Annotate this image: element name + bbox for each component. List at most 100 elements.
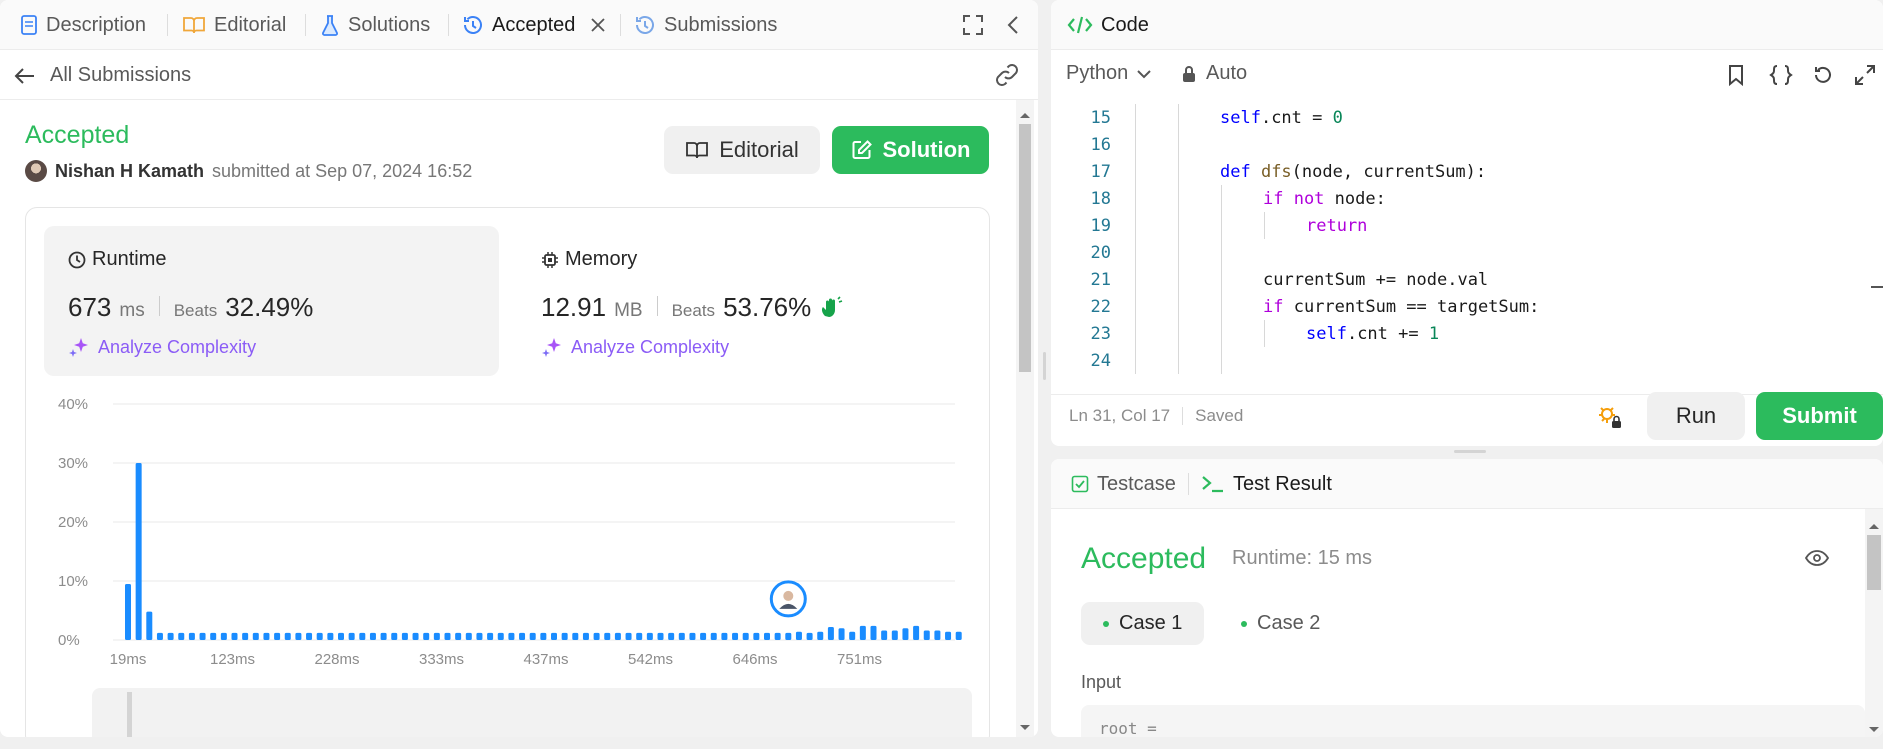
collapse-panel-icon[interactable]	[1006, 14, 1020, 41]
case-1-tab[interactable]: Case 1	[1081, 602, 1205, 645]
chart-bar	[753, 632, 760, 640]
tab-testcase-label: Testcase	[1097, 472, 1176, 495]
auto-mode-toggle[interactable]: Auto	[1182, 62, 1247, 85]
code-line-19: return	[1306, 216, 1367, 236]
result-runtime: Runtime: 15 ms	[1232, 547, 1373, 569]
tab-testcase[interactable]: Testcase	[1071, 459, 1176, 509]
x-tick-label: 333ms	[419, 651, 464, 668]
solution-button[interactable]: Solution	[832, 126, 989, 174]
tab-submissions[interactable]: Submissions	[634, 0, 777, 50]
vertical-splitter[interactable]	[1043, 352, 1046, 380]
chart-bar	[870, 625, 877, 640]
line-number: 19	[1090, 216, 1111, 236]
code-panel: Code Python Auto Ln 31, Col 17 Saved Run…	[1051, 0, 1883, 446]
chart-bar	[689, 632, 696, 640]
line-number: 23	[1090, 324, 1111, 344]
arrow-left-icon	[14, 67, 36, 85]
scroll-up-icon[interactable]	[1019, 106, 1031, 124]
scroll-up-icon[interactable]	[1868, 517, 1880, 535]
editorial-button[interactable]: Editorial	[664, 126, 820, 174]
case-label: Case 1	[1119, 612, 1183, 634]
debug-lock-icon[interactable]	[1597, 404, 1623, 435]
code-token: 0	[1332, 108, 1343, 128]
memory-title: Memory	[541, 248, 637, 271]
eye-icon[interactable]	[1804, 549, 1830, 572]
chart-bar	[572, 632, 579, 640]
runtime-beats-label: Beats	[173, 301, 218, 320]
chart-bar	[710, 632, 717, 640]
format-braces-icon[interactable]	[1769, 64, 1793, 91]
chart-bar	[338, 632, 344, 640]
line-number: 18	[1090, 189, 1111, 209]
range-handle[interactable]	[127, 692, 132, 737]
result-scrollbar-thumb[interactable]	[1867, 535, 1881, 590]
chart-bar	[412, 632, 419, 640]
chart-bar	[785, 632, 792, 640]
chart-bar	[242, 632, 249, 640]
case-2-tab[interactable]: Case 2	[1219, 602, 1342, 645]
chart-bar	[199, 632, 206, 640]
chart-bar	[923, 630, 930, 640]
chart-bar	[838, 628, 845, 640]
tab-divider	[620, 14, 621, 36]
result-tab-bar: Testcase Test Result	[1051, 459, 1883, 509]
cursor-position: Ln 31, Col 17	[1069, 406, 1171, 425]
avatar[interactable]	[25, 160, 47, 182]
chart-bar	[806, 632, 813, 640]
chart-bar	[380, 632, 387, 640]
test-result-panel: Testcase Test Result Accepted Runtime: 1…	[1051, 459, 1883, 737]
reset-icon[interactable]	[1812, 64, 1834, 91]
bookmark-icon[interactable]	[1727, 64, 1745, 91]
scrollbar-thumb[interactable]	[1019, 124, 1031, 372]
chart-bar	[700, 632, 707, 640]
code-line-23: self.cnt += 1	[1306, 324, 1439, 344]
submit-label: Submit	[1782, 403, 1857, 428]
editorial-button-label: Editorial	[719, 137, 799, 162]
chart-bar	[252, 632, 259, 640]
code-token: .cnt =	[1260, 108, 1333, 128]
back-to-submissions[interactable]: All Submissions	[14, 64, 191, 87]
chart-bar	[795, 631, 802, 640]
x-tick-label: 228ms	[314, 651, 359, 668]
link-icon[interactable]	[994, 63, 1020, 92]
submitter-name[interactable]: Nishan H Kamath	[55, 161, 204, 182]
language-select[interactable]: Python	[1066, 62, 1152, 85]
chart-bar	[135, 463, 142, 640]
pass-dot	[1103, 620, 1109, 627]
chart-bar	[657, 632, 664, 640]
scroll-down-icon[interactable]	[1868, 721, 1880, 737]
tab-editorial[interactable]: Editorial	[182, 0, 286, 50]
chart-bar	[508, 632, 515, 640]
chart-bar	[945, 631, 952, 640]
tab-solutions[interactable]: Solutions	[320, 0, 430, 50]
tab-description[interactable]: Description	[20, 0, 146, 50]
run-button[interactable]: Run	[1647, 392, 1745, 440]
code-tab[interactable]: Code	[1067, 0, 1149, 50]
y-tick-label: 30%	[58, 455, 88, 472]
chip-icon	[541, 251, 559, 269]
code-token: (node, currentSum):	[1291, 162, 1487, 182]
chart-bar	[764, 632, 770, 640]
x-tick-label: 646ms	[732, 651, 777, 668]
scroll-down-icon[interactable]	[1019, 719, 1031, 737]
submission-panel: Description Editorial Solutions Accepted	[0, 0, 1038, 737]
code-token: node:	[1334, 189, 1386, 209]
chart-bar	[306, 632, 313, 640]
expand-icon[interactable]	[1854, 64, 1876, 91]
maximize-icon[interactable]	[962, 14, 984, 41]
memory-analyze-complexity[interactable]: Analyze Complexity	[541, 336, 729, 358]
chart-bar	[540, 632, 547, 640]
lock-icon	[1182, 65, 1196, 83]
runtime-beats: 32.49%	[225, 292, 314, 322]
horizontal-splitter[interactable]	[1454, 450, 1486, 453]
submit-button[interactable]: Submit	[1756, 392, 1883, 440]
runtime-distribution-chart[interactable]: 0% 10% 20% 30% 40% 19ms 123ms 228ms 333ms 437ms 54…	[0, 380, 1000, 680]
runtime-analyze-complexity[interactable]: Analyze Complexity	[68, 336, 256, 358]
runtime-value: 673	[68, 292, 112, 322]
chart-bar	[433, 632, 440, 640]
tab-accepted[interactable]: Accepted	[462, 0, 606, 50]
chart-bar	[636, 632, 643, 640]
range-navigator[interactable]	[92, 688, 972, 737]
tab-test-result[interactable]: Test Result	[1201, 459, 1332, 509]
close-tab-icon[interactable]	[591, 18, 606, 32]
